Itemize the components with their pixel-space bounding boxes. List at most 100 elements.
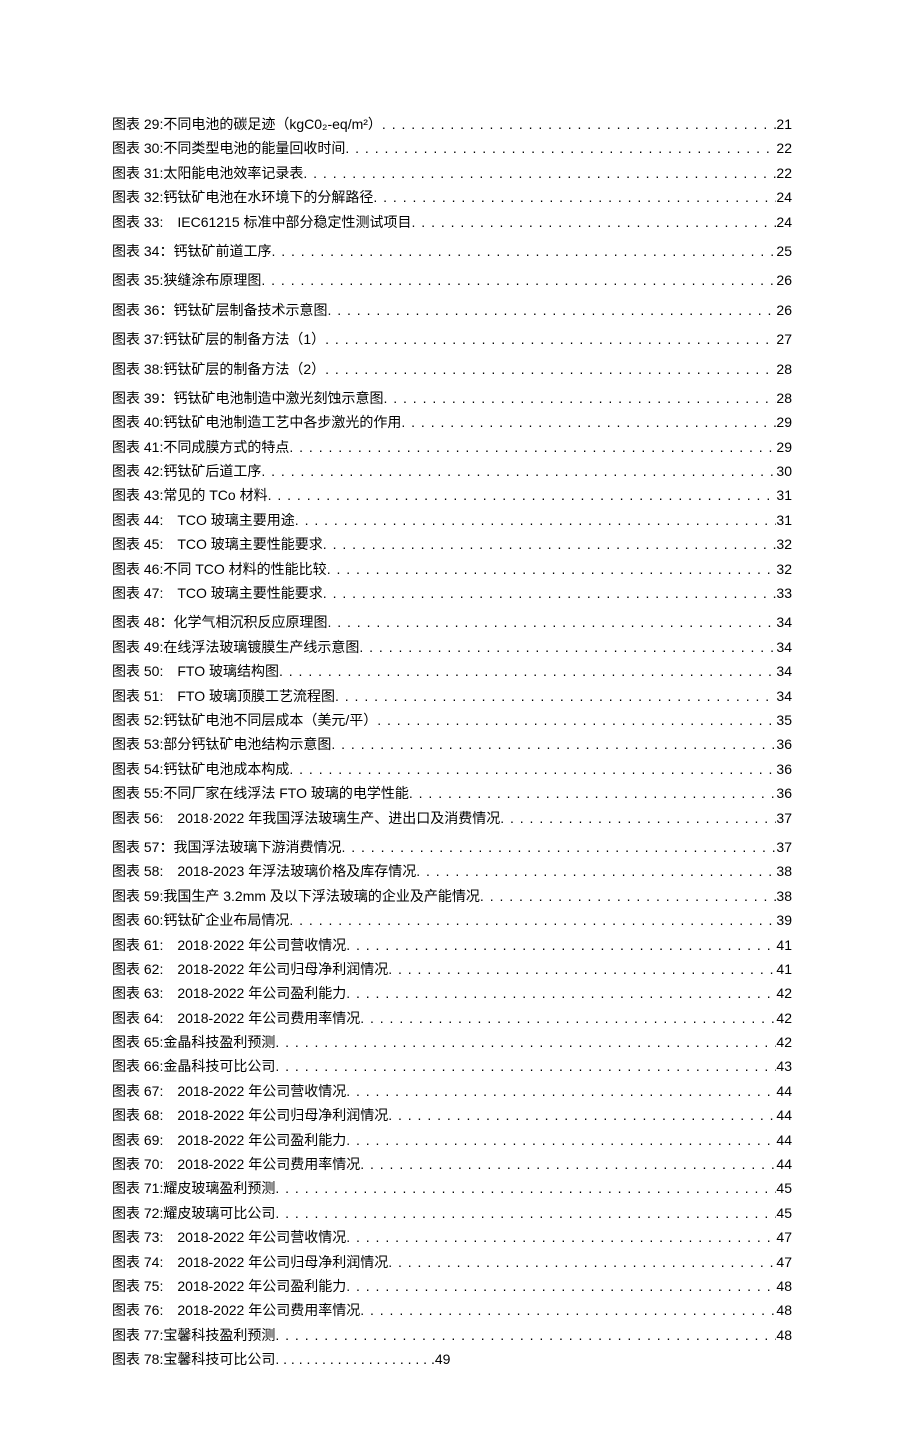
toc-dots (327, 299, 776, 321)
toc-dots (360, 1153, 776, 1175)
toc-dots (323, 533, 777, 555)
toc-entry: 图表 59:我国生产 3.2mm 及以下浮法玻璃的企业及产能情况 38 (112, 885, 792, 907)
toc-dots (303, 162, 776, 184)
toc-dots (409, 782, 777, 804)
toc-dots (279, 660, 776, 682)
table-of-figures: 图表 29:不同电池的碳足迹（kgC0₂-eq/m²） 21图表 30:不同类型… (112, 113, 792, 1371)
toc-entry-label: 图表 37:钙钛矿层的制备方法（1） (112, 328, 325, 350)
toc-dots (261, 269, 776, 291)
toc-dots (325, 358, 776, 380)
toc-dots-short: . . . . . . . . . . . . . . . . . . . . … (275, 1348, 434, 1370)
toc-dots (335, 685, 776, 707)
toc-entry: 图表 75: 2018-2022 年公司盈利能力 48 (112, 1275, 792, 1297)
toc-dots (360, 1299, 776, 1321)
toc-entry-label: 图表 42:钙钛矿后道工序 (112, 460, 261, 482)
toc-entry-page: 26 (776, 269, 792, 291)
toc-entry: 图表 41:不同成膜方式的特点 29 (112, 436, 792, 458)
toc-dots (275, 1324, 776, 1346)
toc-dots (268, 484, 777, 506)
toc-dots (346, 1129, 776, 1151)
toc-entry: 图表 45: TCO 玻璃主要性能要求 32 (112, 533, 792, 555)
toc-entry: 图表 63: 2018-2022 年公司盈利能力 42 (112, 982, 792, 1004)
toc-entry-page: 47 (776, 1251, 792, 1273)
toc-entry-label: 图表 48：化学气相沉积反应原理图 (112, 611, 327, 633)
toc-dots (388, 1104, 776, 1126)
toc-entry: 图表 30:不同类型电池的能量回收时间 22 (112, 137, 792, 159)
toc-entry-label: 图表 44: TCO 玻璃主要用途 (112, 509, 295, 531)
toc-entry-page: 38 (776, 885, 792, 907)
toc-entry: 图表 44: TCO 玻璃主要用途 31 (112, 509, 792, 531)
toc-dots (416, 860, 776, 882)
toc-entry-page: 31 (776, 484, 792, 506)
toc-entry-page: 33 (776, 582, 792, 604)
toc-entry-label: 图表 62: 2018-2022 年公司归母净利润情况 (112, 958, 388, 980)
toc-entry-page: 43 (776, 1055, 792, 1077)
toc-dots (261, 460, 776, 482)
toc-dots (382, 113, 777, 135)
toc-entry-page: 39 (776, 909, 792, 931)
toc-entry-page: 28 (776, 358, 792, 380)
toc-entry: 图表 70: 2018-2022 年公司费用率情况 44 (112, 1153, 792, 1175)
toc-entry-page: 30 (776, 460, 792, 482)
toc-entry-page: 42 (776, 1031, 792, 1053)
toc-entry-label: 图表 72:耀皮玻璃可比公司 (112, 1202, 275, 1224)
toc-dots (359, 636, 776, 658)
toc-entry-label: 图表 70: 2018-2022 年公司费用率情况 (112, 1153, 360, 1175)
toc-entry: 图表 56: 2018·2022 年我国浮法玻璃生产、进出口及消费情况 37 (112, 807, 792, 829)
toc-entry-page: 29 (776, 411, 792, 433)
toc-dots (480, 885, 777, 907)
toc-entry: 图表 65:金晶科技盈利预测 42 (112, 1031, 792, 1053)
toc-entry-page: 31 (776, 509, 792, 531)
toc-entry-label: 图表 41:不同成膜方式的特点 (112, 436, 289, 458)
toc-entry: 图表 76: 2018-2022 年公司费用率情况 48 (112, 1299, 792, 1321)
toc-entry-page: 22 (776, 137, 792, 159)
toc-entry-label: 图表 64: 2018-2022 年公司费用率情况 (112, 1007, 360, 1029)
toc-entry-label: 图表 65:金晶科技盈利预测 (112, 1031, 275, 1053)
toc-entry-page: 32 (776, 533, 792, 555)
toc-entry-page: 34 (776, 611, 792, 633)
toc-entry-page: 22 (776, 162, 792, 184)
toc-dots (275, 1177, 776, 1199)
toc-entry-page: 32 (776, 558, 792, 580)
toc-entry-page: 26 (776, 299, 792, 321)
toc-entry: 图表 78:宝馨科技可比公司 . . . . . . . . . . . . .… (112, 1348, 792, 1370)
toc-entry: 图表 62: 2018-2022 年公司归母净利润情况 41 (112, 958, 792, 980)
toc-dots (275, 1031, 776, 1053)
toc-entry: 图表 47: TCO 玻璃主要性能要求 33 (112, 582, 792, 604)
toc-entry-page: 34 (776, 660, 792, 682)
toc-dots (341, 836, 776, 858)
toc-dots (377, 709, 776, 731)
toc-entry-label: 图表 75: 2018-2022 年公司盈利能力 (112, 1275, 346, 1297)
toc-entry-page: 44 (776, 1129, 792, 1151)
toc-entry-label: 图表 40:钙钛矿电池制造工艺中各步激光的作用 (112, 411, 401, 433)
toc-entry-label: 图表 50: FTO 玻璃结构图 (112, 660, 279, 682)
toc-dots (360, 1007, 776, 1029)
toc-entry: 图表 57：我国浮法玻璃下游消费情况 37 (112, 836, 792, 858)
toc-entry: 图表 58: 2018-2023 年浮法玻璃价格及库存情况 38 (112, 860, 792, 882)
toc-entry: 图表 66:金晶科技可比公司 43 (112, 1055, 792, 1077)
toc-entry: 图表 64: 2018-2022 年公司费用率情况 42 (112, 1007, 792, 1029)
toc-dots (289, 436, 776, 458)
toc-entry-label: 图表 49:在线浮法玻璃镀膜生产线示意图 (112, 636, 359, 658)
toc-dots (275, 1202, 776, 1224)
toc-entry-page: 44 (776, 1153, 792, 1175)
toc-entry-page: 45 (776, 1202, 792, 1224)
toc-entry-label: 图表 58: 2018-2023 年浮法玻璃价格及库存情况 (112, 860, 416, 882)
toc-entry: 图表 35:狭缝涂布原理图 26 (112, 269, 792, 291)
toc-entry: 图表 38:钙钛矿层的制备方法（2） 28 (112, 358, 792, 380)
toc-entry-label: 图表 67: 2018-2022 年公司营收情况 (112, 1080, 346, 1102)
toc-entry: 图表 49:在线浮法玻璃镀膜生产线示意图 34 (112, 636, 792, 658)
toc-entry-label: 图表 54:钙钛矿电池成本构成 (112, 758, 289, 780)
toc-entry-page: 44 (776, 1080, 792, 1102)
toc-dots (383, 387, 776, 409)
toc-entry-page: 21 (776, 113, 792, 135)
toc-entry-label: 图表 60:钙钛矿企业布局情况 (112, 909, 289, 931)
toc-entry: 图表 39：钙钛矿电池制造中激光刻蚀示意图 28 (112, 387, 792, 409)
toc-entry-label: 图表 33: IEC61215 标准中部分稳定性测试项目 (112, 211, 412, 233)
toc-entry: 图表 31:太阳能电池效率记录表 22 (112, 162, 792, 184)
toc-entry: 图表 34：钙钛矿前道工序 25 (112, 240, 792, 262)
toc-dots (289, 909, 776, 931)
toc-entry: 图表 74: 2018-2022 年公司归母净利润情况 47 (112, 1251, 792, 1273)
toc-entry-page: 34 (776, 636, 792, 658)
toc-entry-label: 图表 59:我国生产 3.2mm 及以下浮法玻璃的企业及产能情况 (112, 885, 480, 907)
